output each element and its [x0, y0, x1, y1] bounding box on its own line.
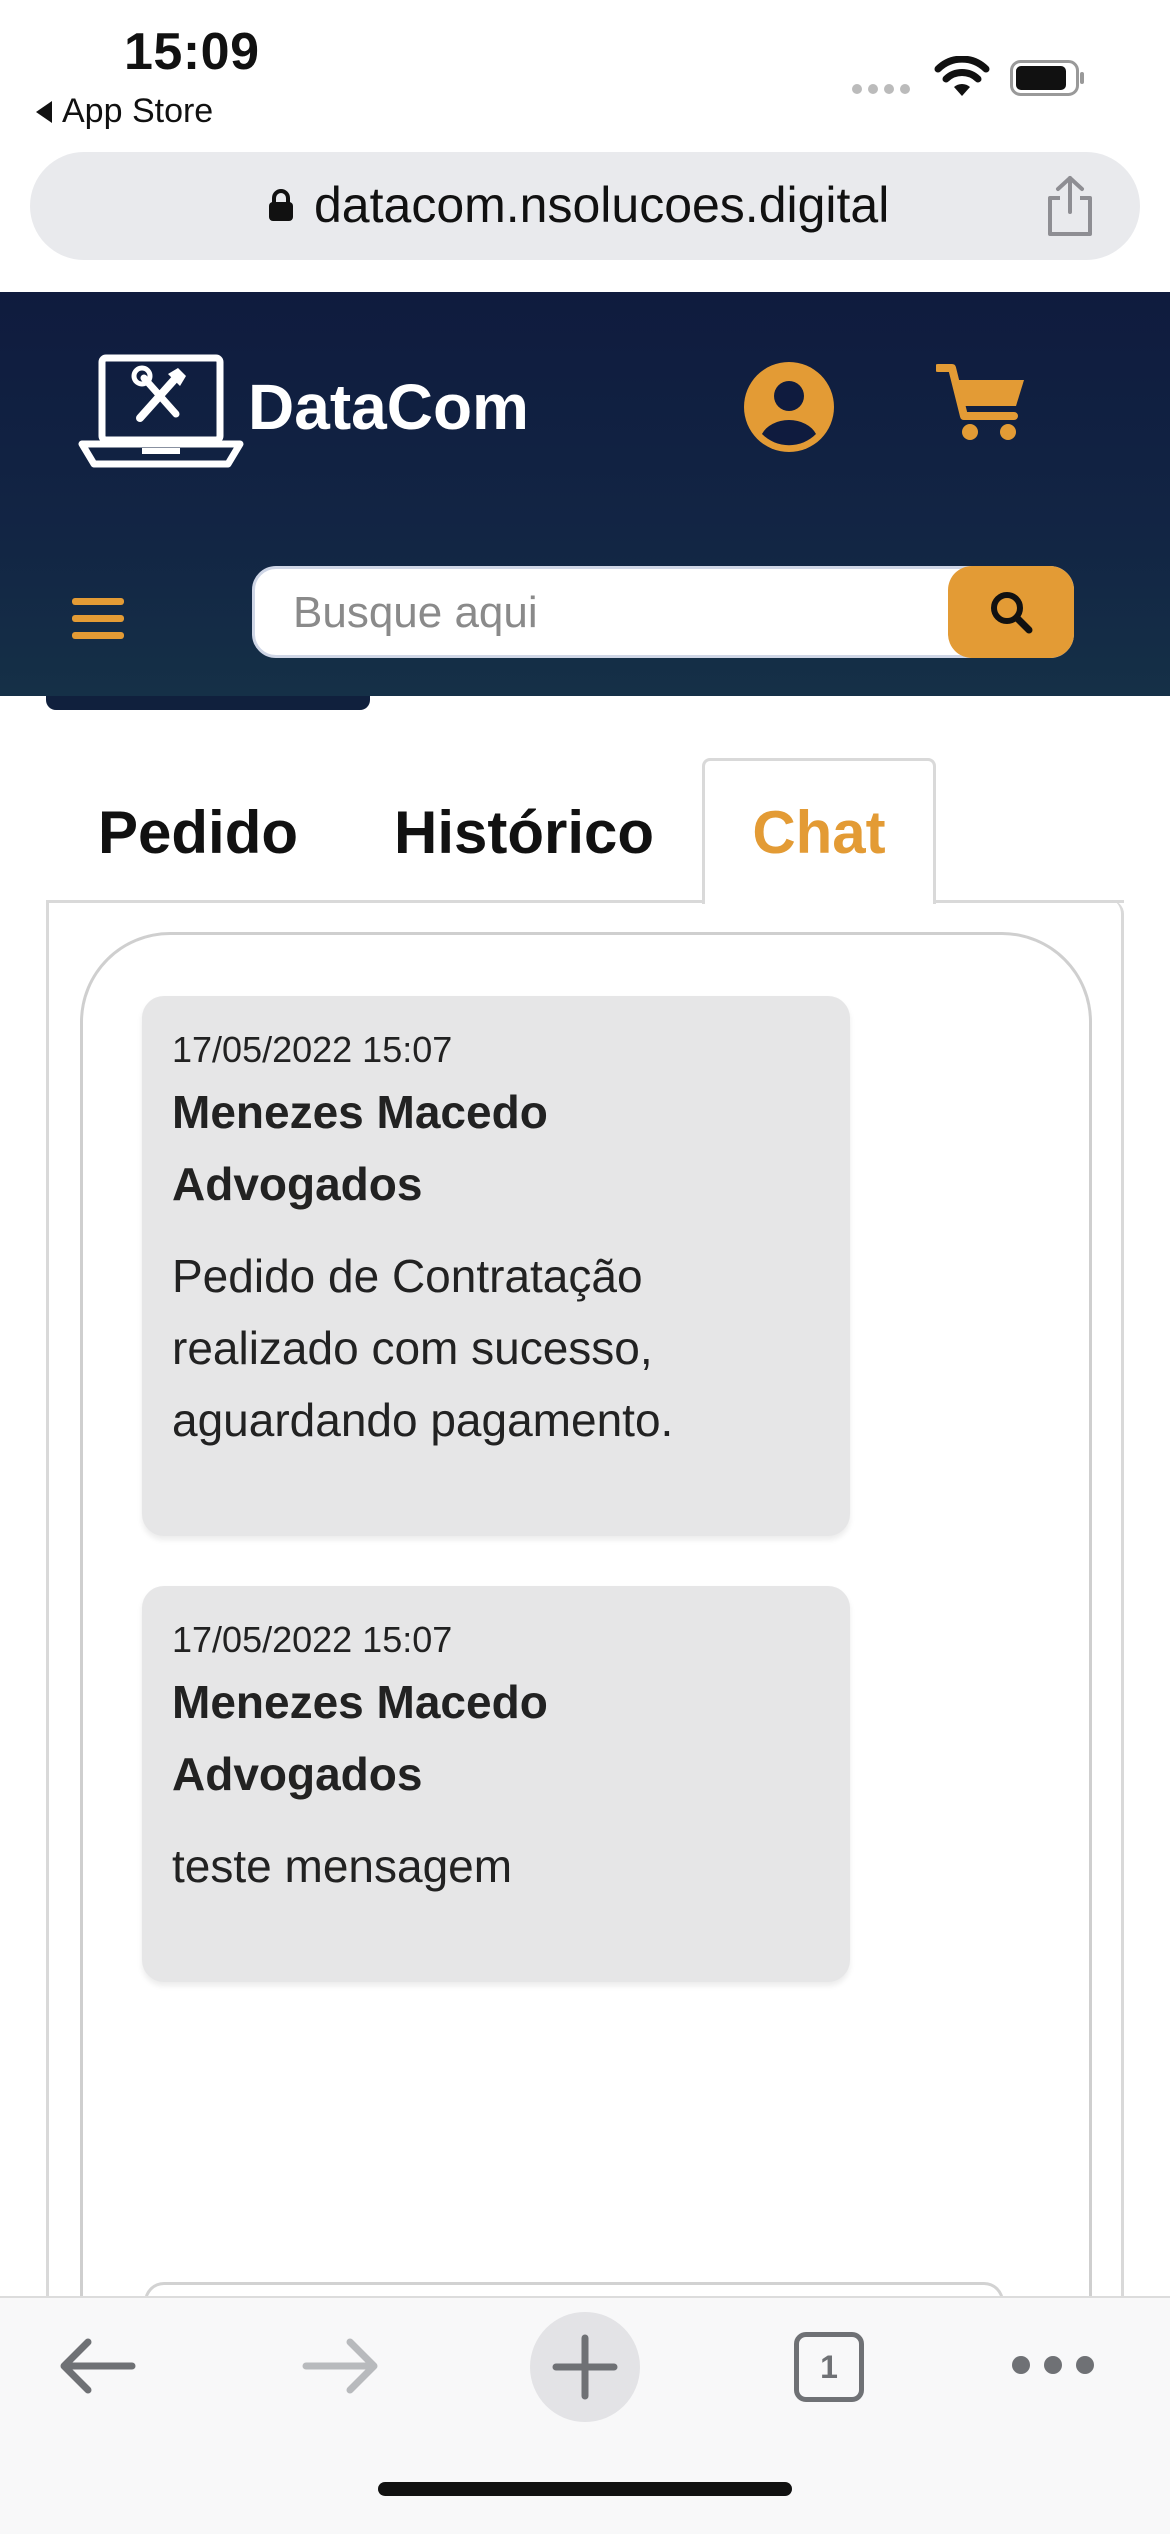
message-author: Menezes Macedo Advogados [172, 1086, 548, 1210]
search-icon [991, 592, 1033, 634]
message-author: Menezes Macedo Advogados [172, 1676, 548, 1800]
browser-toolbar: 1 [0, 2296, 1170, 2534]
chat-message: 17/05/2022 15:07 Menezes Macedo Advogado… [142, 1586, 850, 1982]
brand-name[interactable]: DataCom [248, 370, 529, 444]
tab-historico[interactable]: Histórico [394, 798, 654, 867]
message-date: 17/05/2022 15:07 [172, 1619, 453, 1660]
home-indicator [378, 2482, 792, 2496]
search-input[interactable] [291, 569, 855, 657]
laptop-tools-logo-icon[interactable] [78, 352, 244, 470]
back-arrow-icon[interactable] [58, 2334, 138, 2398]
wifi-icon [934, 56, 990, 96]
search-box [252, 566, 1074, 658]
url-text[interactable]: datacom.nsolucoes.digital [314, 176, 889, 234]
plus-icon [552, 2334, 618, 2400]
search-button[interactable] [948, 566, 1074, 658]
forward-arrow-icon[interactable] [300, 2334, 380, 2398]
message-text: Pedido de Contratação realizado com suce… [172, 1250, 674, 1446]
chat-message: 17/05/2022 15:07 Menezes Macedo Advogado… [142, 996, 850, 1536]
message-date: 17/05/2022 15:07 [172, 1029, 453, 1070]
tab-chat[interactable]: Chat [702, 758, 936, 904]
cellular-signal-icon [852, 84, 910, 94]
status-time: 15:09 [124, 23, 260, 81]
new-tab-button[interactable] [530, 2312, 640, 2422]
tab-pedido[interactable]: Pedido [98, 798, 298, 867]
more-options-icon[interactable] [1012, 2356, 1094, 2374]
back-triangle-icon [36, 100, 52, 123]
message-text: teste mensagem [172, 1840, 513, 1892]
order-tabs: Pedido Histórico Chat [0, 758, 1170, 904]
shopping-cart-icon[interactable] [936, 360, 1028, 444]
share-icon[interactable] [1042, 174, 1098, 238]
battery-icon [1010, 60, 1084, 96]
back-app-label: App Store [62, 92, 214, 130]
hamburger-menu-icon[interactable] [70, 594, 126, 642]
user-account-icon[interactable] [742, 360, 836, 454]
header-dropdown-tab [46, 696, 370, 710]
lock-icon [269, 189, 293, 221]
status-bar: 15:09 App Store [0, 0, 1170, 150]
site-header: DataCom [0, 292, 1170, 696]
back-to-app-link[interactable]: App Store [36, 92, 213, 131]
address-bar[interactable]: datacom.nsolucoes.digital [30, 152, 1140, 260]
tab-count-button[interactable]: 1 [794, 2332, 864, 2402]
